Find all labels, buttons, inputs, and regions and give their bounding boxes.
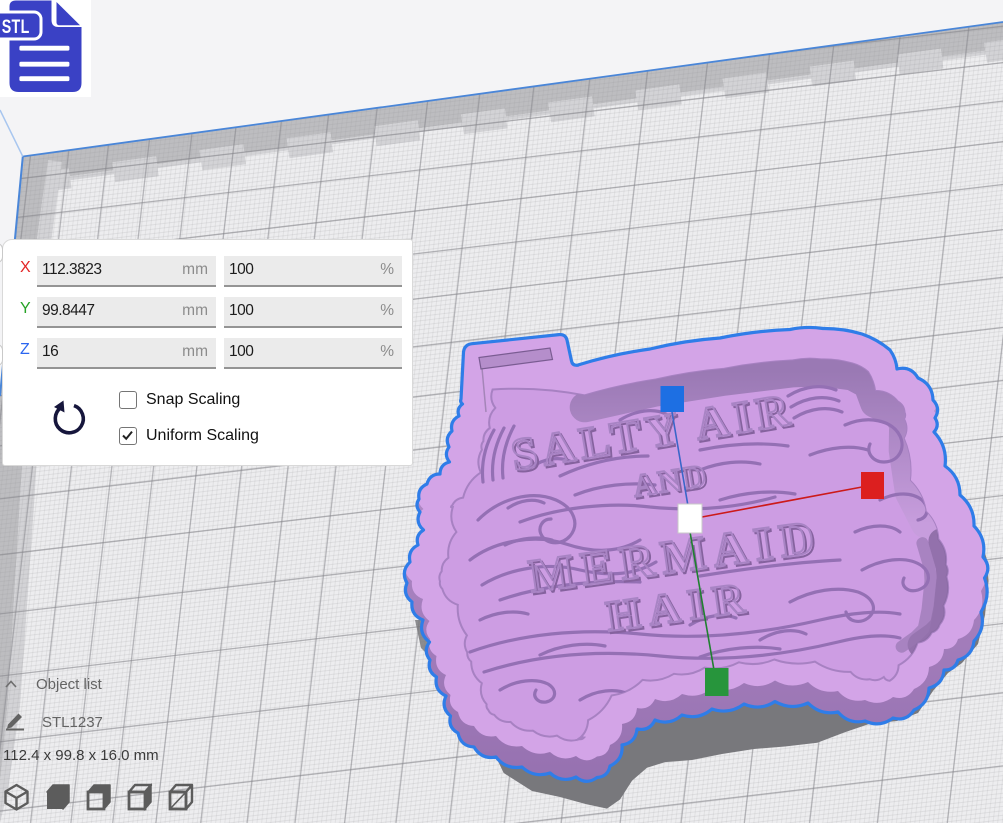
svg-text:STL: STL xyxy=(2,16,30,38)
